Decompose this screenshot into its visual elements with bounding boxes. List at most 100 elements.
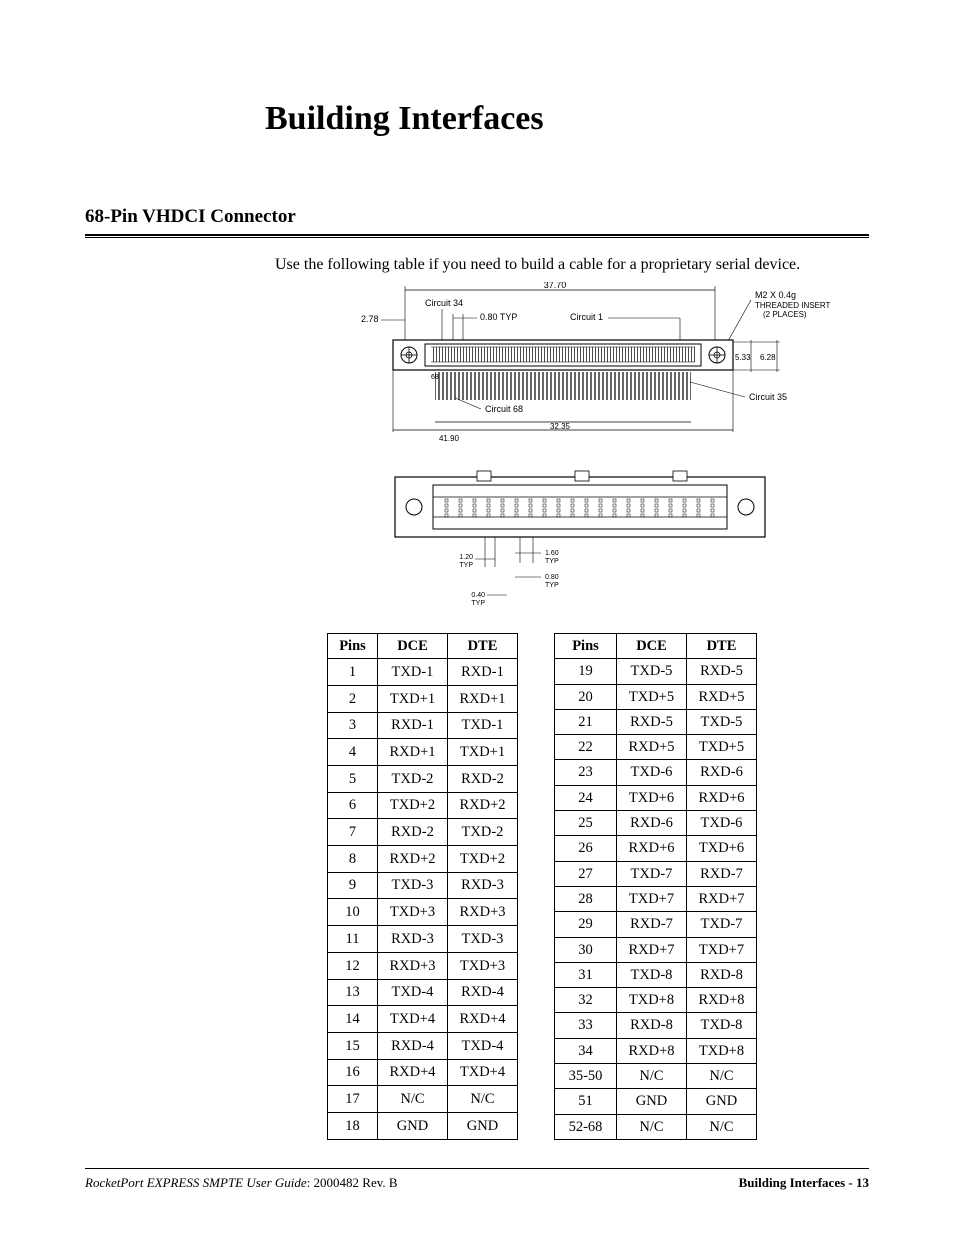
cell-p: 8 bbox=[328, 846, 378, 873]
cell-p: 16 bbox=[328, 1059, 378, 1086]
cell-dce: RXD+8 bbox=[617, 1038, 687, 1063]
col-dte: DTE bbox=[448, 634, 518, 659]
table-row: 14TXD+4RXD+4 bbox=[328, 1006, 518, 1033]
table-row: 18GNDGND bbox=[328, 1112, 518, 1139]
col-dce: DCE bbox=[617, 634, 687, 659]
table-row: 35-50N/CN/C bbox=[555, 1064, 757, 1089]
table-row: 22RXD+5TXD+5 bbox=[555, 735, 757, 760]
cell-dte: RXD+7 bbox=[687, 886, 757, 911]
cell-p: 52-68 bbox=[555, 1114, 617, 1139]
cell-dce: RXD-4 bbox=[378, 1032, 448, 1059]
cell-dte: RXD+3 bbox=[448, 899, 518, 926]
cell-dte: TXD+7 bbox=[687, 937, 757, 962]
table-row: 27TXD-7RXD-7 bbox=[555, 861, 757, 886]
cell-p: 33 bbox=[555, 1013, 617, 1038]
cell-dte: TXD-4 bbox=[448, 1032, 518, 1059]
table-row: 29RXD-7TXD-7 bbox=[555, 912, 757, 937]
dim-typ-3: TYP bbox=[545, 582, 559, 589]
cell-dte: TXD-1 bbox=[448, 712, 518, 739]
table-row: 20TXD+5RXD+5 bbox=[555, 684, 757, 709]
cell-dce: TXD-7 bbox=[617, 861, 687, 886]
table-row: 7RXD-2TXD-2 bbox=[328, 819, 518, 846]
table-row: 21RXD-5TXD-5 bbox=[555, 709, 757, 734]
table-row: 23TXD-6RXD-6 bbox=[555, 760, 757, 785]
cell-p: 19 bbox=[555, 659, 617, 684]
cell-dce: TXD+1 bbox=[378, 685, 448, 712]
cell-p: 35-50 bbox=[555, 1064, 617, 1089]
cell-p: 14 bbox=[328, 1006, 378, 1033]
table-row: 1TXD-1RXD-1 bbox=[328, 659, 518, 686]
cell-p: 30 bbox=[555, 937, 617, 962]
table-row: 9TXD-3RXD-3 bbox=[328, 872, 518, 899]
cell-dce: RXD+2 bbox=[378, 846, 448, 873]
cell-dte: RXD-5 bbox=[687, 659, 757, 684]
cell-p: 32 bbox=[555, 988, 617, 1013]
cell-dce: N/C bbox=[617, 1064, 687, 1089]
dim-typ-4: TYP bbox=[471, 600, 485, 607]
dim-top-width: 37.70 bbox=[544, 282, 567, 290]
table-row: 32TXD+8RXD+8 bbox=[555, 988, 757, 1013]
cell-dte: RXD-1 bbox=[448, 659, 518, 686]
cell-p: 5 bbox=[328, 766, 378, 793]
cell-dce: RXD-7 bbox=[617, 912, 687, 937]
cell-p: 31 bbox=[555, 962, 617, 987]
cell-p: 18 bbox=[328, 1112, 378, 1139]
cell-dce: GND bbox=[378, 1112, 448, 1139]
cell-dte: RXD-6 bbox=[687, 760, 757, 785]
dim-typ-1: TYP bbox=[459, 562, 473, 569]
col-dte: DTE bbox=[687, 634, 757, 659]
cell-dce: RXD-1 bbox=[378, 712, 448, 739]
pinout-table-right: Pins DCE DTE 19TXD-5RXD-520TXD+5RXD+521R… bbox=[554, 633, 757, 1140]
col-dce: DCE bbox=[378, 634, 448, 659]
table-row: 13TXD-4RXD-4 bbox=[328, 979, 518, 1006]
footer-doc-title: RocketPort EXPRESS SMPTE User Guide bbox=[85, 1175, 307, 1190]
cell-dte: RXD+1 bbox=[448, 685, 518, 712]
cell-dte: TXD-5 bbox=[687, 709, 757, 734]
cell-dce: RXD+4 bbox=[378, 1059, 448, 1086]
dim-080: 0.80 bbox=[545, 574, 559, 581]
cell-dce: RXD+1 bbox=[378, 739, 448, 766]
table-row: 6TXD+2RXD+2 bbox=[328, 792, 518, 819]
cell-p: 51 bbox=[555, 1089, 617, 1114]
table-row: 5TXD-2RXD-2 bbox=[328, 766, 518, 793]
table-row: 3RXD-1TXD-1 bbox=[328, 712, 518, 739]
table-row: 16RXD+4TXD+4 bbox=[328, 1059, 518, 1086]
cell-dte: TXD-2 bbox=[448, 819, 518, 846]
label-circuit-1: Circuit 1 bbox=[570, 312, 603, 322]
cell-p: 13 bbox=[328, 979, 378, 1006]
cell-p: 4 bbox=[328, 739, 378, 766]
cell-p: 15 bbox=[328, 1032, 378, 1059]
cell-dce: RXD+3 bbox=[378, 952, 448, 979]
cell-dce: RXD+5 bbox=[617, 735, 687, 760]
label-circuit-68: Circuit 68 bbox=[485, 404, 523, 414]
cell-p: 25 bbox=[555, 811, 617, 836]
cell-dce: N/C bbox=[617, 1114, 687, 1139]
cell-p: 1 bbox=[328, 659, 378, 686]
dim-bot-1: 41.90 bbox=[439, 434, 460, 443]
cell-p: 12 bbox=[328, 952, 378, 979]
cell-dte: RXD+8 bbox=[687, 988, 757, 1013]
dim-right-2: 6.28 bbox=[760, 353, 776, 362]
table-row: 28TXD+7RXD+7 bbox=[555, 886, 757, 911]
cell-dte: TXD-3 bbox=[448, 926, 518, 953]
table-row: 25RXD-6TXD-6 bbox=[555, 811, 757, 836]
cell-dce: RXD+6 bbox=[617, 836, 687, 861]
table-row: 52-68N/CN/C bbox=[555, 1114, 757, 1139]
section-title: 68-Pin VHDCI Connector bbox=[85, 206, 869, 228]
cell-p: 27 bbox=[555, 861, 617, 886]
cell-p: 17 bbox=[328, 1086, 378, 1113]
section-rule bbox=[85, 234, 869, 238]
cell-p: 34 bbox=[555, 1038, 617, 1063]
cell-dte: TXD-6 bbox=[687, 811, 757, 836]
cell-dce: TXD+6 bbox=[617, 785, 687, 810]
cell-dte: TXD+5 bbox=[687, 735, 757, 760]
connector-diagram: 37.70 Circuit 34 0.80 TYP Circuit 1 2.78… bbox=[345, 282, 869, 627]
cell-dte: TXD+6 bbox=[687, 836, 757, 861]
cell-dte: N/C bbox=[687, 1114, 757, 1139]
table-row: 8RXD+2TXD+2 bbox=[328, 846, 518, 873]
cell-dte: TXD+3 bbox=[448, 952, 518, 979]
cell-dte: TXD-8 bbox=[687, 1013, 757, 1038]
dim-pitch: 0.80 TYP bbox=[480, 312, 517, 322]
page-footer: RocketPort EXPRESS SMPTE User Guide: 200… bbox=[85, 1168, 869, 1191]
cell-dte: RXD+2 bbox=[448, 792, 518, 819]
